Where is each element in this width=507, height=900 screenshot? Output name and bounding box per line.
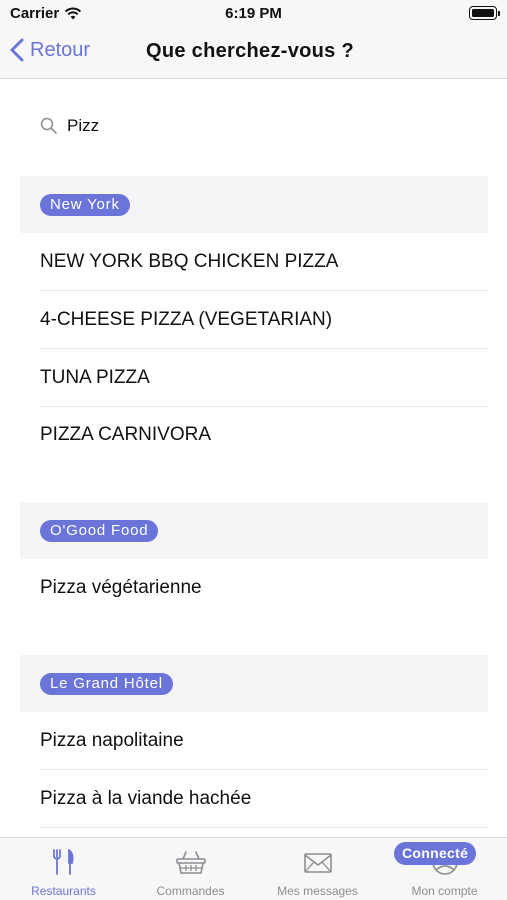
list-item[interactable]: 4-CHEESE PIZZA (VEGETARIAN) (40, 291, 488, 349)
list-item[interactable]: PIZZA CARNIVORA (40, 406, 488, 464)
status-bar: Carrier 6:19 PM (0, 0, 507, 26)
basket-icon (175, 851, 206, 874)
navigation-bar: Retour Que cherchez-vous ? (0, 26, 507, 79)
tab-label: Mes messages (277, 884, 358, 898)
chevron-left-icon (10, 38, 24, 62)
search-icon (40, 117, 57, 134)
tab-label: Restaurants (31, 884, 96, 898)
list-item[interactable]: NEW YORK BBQ CHICKEN PIZZA (40, 233, 488, 291)
tab-label: Commandes (156, 884, 225, 898)
list-item[interactable]: Pizza napolitaine (40, 712, 488, 770)
section-header-ogood-food: O'Good Food (20, 502, 488, 559)
status-time: 6:19 PM (225, 5, 282, 22)
page-title: Que cherchez-vous ? (146, 40, 354, 62)
tab-label: Mon compte (411, 884, 478, 898)
fork-knife-icon (52, 849, 73, 875)
section-header-le-grand-hotel: Le Grand Hôtel (20, 655, 488, 712)
restaurant-tag: Le Grand Hôtel (40, 673, 173, 695)
back-button[interactable]: Retour (10, 38, 90, 62)
back-label: Retour (30, 38, 91, 61)
search-bar (40, 114, 467, 138)
restaurant-tag: O'Good Food (40, 520, 159, 542)
tab-mes-messages[interactable]: Mes messages (254, 838, 381, 900)
tab-commandes[interactable]: Commandes (127, 838, 254, 900)
list-item[interactable]: Pizza végétarienne (40, 559, 488, 617)
section-header-new-york: New York (20, 176, 488, 233)
tab-restaurants[interactable]: Restaurants (0, 838, 127, 900)
list-item[interactable]: Pizza à la viande hachée (40, 770, 488, 828)
restaurant-tag: New York (40, 194, 130, 216)
search-input[interactable] (67, 116, 467, 136)
connected-badge: Connecté (394, 842, 477, 865)
list-item[interactable]: TUNA PIZZA (40, 349, 488, 407)
envelope-icon (303, 853, 332, 873)
battery-icon (469, 6, 500, 20)
